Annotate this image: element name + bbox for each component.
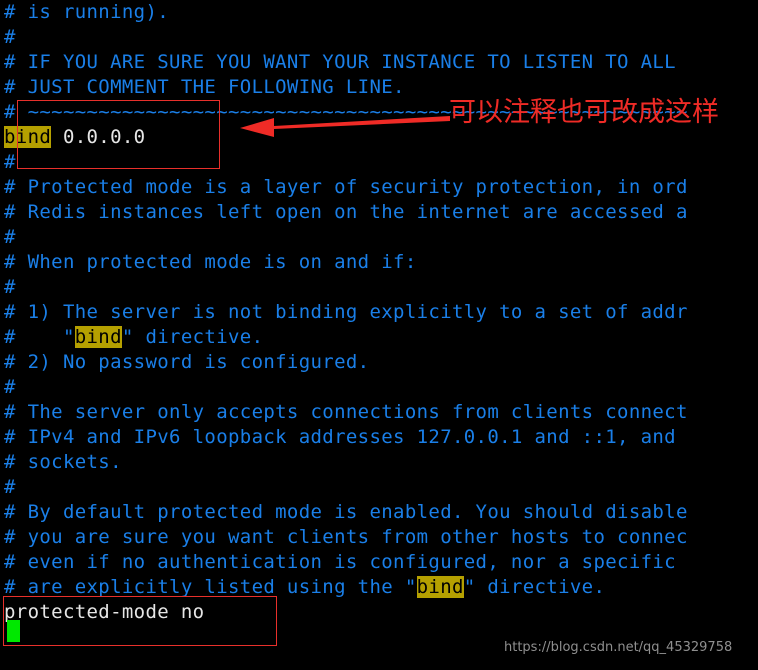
terminal-window[interactable]: # is running). # # IF YOU ARE SURE YOU W… bbox=[0, 0, 758, 670]
code-line-text: # bbox=[4, 151, 16, 173]
code-line-text: # When protected mode is on and if: bbox=[4, 251, 417, 273]
code-line-text: # you are sure you want clients from oth… bbox=[4, 526, 688, 548]
code-line: # bbox=[4, 225, 16, 250]
code-line: # IF YOU ARE SURE YOU WANT YOUR INSTANCE… bbox=[4, 50, 676, 75]
annotation-note: 可以注释也可改成这样 bbox=[449, 97, 719, 128]
code-line: # bbox=[4, 375, 16, 400]
code-line-suffix: " directive. bbox=[121, 326, 264, 348]
code-line-protected-mode-directive[interactable]: protected-mode no bbox=[4, 600, 204, 625]
code-line: # When protected mode is on and if: bbox=[4, 250, 417, 275]
code-line-text: # bbox=[4, 226, 16, 248]
code-line: # 2) No password is configured. bbox=[4, 350, 369, 375]
code-line-text: # bbox=[4, 476, 16, 498]
code-line: # Redis instances left open on the inter… bbox=[4, 200, 688, 225]
code-line-bind-mention: # "bind" directive. bbox=[4, 325, 263, 350]
code-line-bind-directive[interactable]: bind 0.0.0.0 bbox=[4, 125, 145, 150]
bind-keyword-highlight: bind bbox=[4, 126, 52, 148]
code-line-text: # Protected mode is a layer of security … bbox=[4, 176, 688, 198]
code-line-text: # 2) No password is configured. bbox=[4, 351, 370, 373]
code-line: # The server only accepts connections fr… bbox=[4, 400, 688, 425]
bind-keyword-highlight: bind bbox=[74, 326, 122, 348]
code-line-text: # Redis instances left open on the inter… bbox=[4, 201, 688, 223]
code-line: # is running). bbox=[4, 0, 169, 25]
protected-mode-text: protected-mode no bbox=[4, 601, 205, 623]
code-line-text: # By default protected mode is enabled. … bbox=[4, 501, 688, 523]
code-line: # bbox=[4, 275, 16, 300]
code-line-text: # sockets. bbox=[4, 451, 122, 473]
code-line: # JUST COMMENT THE FOLLOWING LINE. bbox=[4, 75, 405, 100]
code-line: # Protected mode is a layer of security … bbox=[4, 175, 688, 200]
code-line-text: # bbox=[4, 376, 16, 398]
code-line-text: # 1) The server is not binding explicitl… bbox=[4, 301, 688, 323]
code-line-suffix: " directive. bbox=[463, 576, 606, 598]
code-line-text: # IPv4 and IPv6 loopback addresses 127.0… bbox=[4, 426, 676, 448]
red-left-arrow-icon bbox=[240, 116, 450, 137]
code-line-text: # bbox=[4, 26, 16, 48]
text-cursor bbox=[7, 620, 20, 642]
code-line: # bbox=[4, 150, 16, 175]
code-line: # sockets. bbox=[4, 450, 122, 475]
code-line-bind-mention: # are explicitly listed using the "bind"… bbox=[4, 575, 605, 600]
code-line: # bbox=[4, 475, 16, 500]
bind-value: 0.0.0.0 bbox=[51, 126, 146, 148]
code-line: # By default protected mode is enabled. … bbox=[4, 500, 688, 525]
code-line-text: # IF YOU ARE SURE YOU WANT YOUR INSTANCE… bbox=[4, 51, 676, 73]
code-line-text: # JUST COMMENT THE FOLLOWING LINE. bbox=[4, 76, 405, 98]
code-line: # IPv4 and IPv6 loopback addresses 127.0… bbox=[4, 425, 676, 450]
code-line: # bbox=[4, 25, 16, 50]
code-line: # 1) The server is not binding explicitl… bbox=[4, 300, 688, 325]
bind-keyword-highlight: bind bbox=[416, 576, 464, 598]
code-line: # even if no authentication is configure… bbox=[4, 550, 676, 575]
code-line-text: # The server only accepts connections fr… bbox=[4, 401, 688, 423]
watermark-url: https://blog.csdn.net/qq_45329758 bbox=[504, 640, 733, 655]
code-line-text: # bbox=[4, 276, 16, 298]
code-line-text: # is running). bbox=[4, 1, 170, 23]
code-line-prefix: # " bbox=[4, 326, 75, 348]
code-line-prefix: # are explicitly listed using the " bbox=[4, 576, 417, 598]
code-line-text: # even if no authentication is configure… bbox=[4, 551, 676, 573]
code-line: # you are sure you want clients from oth… bbox=[4, 525, 688, 550]
